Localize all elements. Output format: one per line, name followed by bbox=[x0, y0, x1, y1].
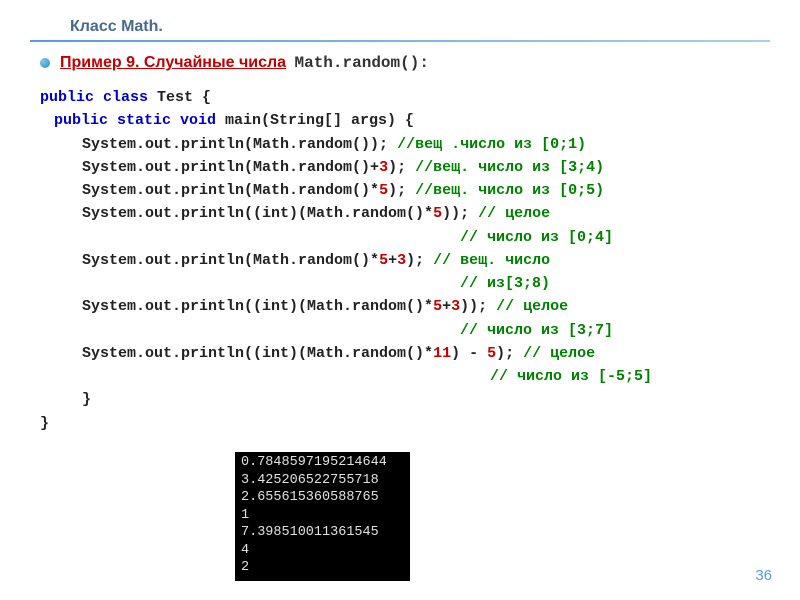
example-label: Пример 9. Случайные числа bbox=[60, 54, 286, 72]
code-line: System.out.println(Math.random()); //вещ… bbox=[40, 133, 770, 156]
code-line: } bbox=[40, 412, 770, 435]
code-line: public class Test { bbox=[40, 86, 770, 109]
console-output: 0.7848597195214644 3.425206522755718 2.6… bbox=[235, 452, 410, 581]
output-line: 7.398510011361545 bbox=[241, 524, 404, 542]
output-line: 2.655615360588765 bbox=[241, 489, 404, 507]
output-line: 1 bbox=[241, 507, 404, 525]
code-comment: // число из [-5;5] bbox=[40, 365, 770, 388]
example-heading: Пример 9. Случайные числа Math.random(): bbox=[30, 54, 770, 72]
code-line: public static void main(String[] args) { bbox=[40, 109, 770, 132]
code-block: public class Test { public static void m… bbox=[30, 86, 770, 435]
bullet-icon bbox=[40, 58, 50, 68]
code-line: System.out.println((int)(Math.random()*5… bbox=[40, 295, 770, 318]
code-line: System.out.println((int)(Math.random()*5… bbox=[40, 202, 770, 225]
code-line: System.out.println(Math.random()*5); //в… bbox=[40, 179, 770, 202]
example-function: Math.random(): bbox=[295, 54, 429, 72]
code-comment: // число из [3;7] bbox=[40, 319, 770, 342]
output-line: 3.425206522755718 bbox=[241, 472, 404, 490]
output-line: 2 bbox=[241, 559, 404, 577]
slide-container: Класс Math. Пример 9. Случайные числа Ma… bbox=[0, 0, 800, 600]
output-line: 4 bbox=[241, 542, 404, 560]
code-comment: // число из [0;4] bbox=[40, 226, 770, 249]
page-number: 36 bbox=[755, 567, 772, 584]
code-line: System.out.println(Math.random()+3); //в… bbox=[40, 156, 770, 179]
code-line: } bbox=[40, 388, 770, 411]
code-line: System.out.println(Math.random()*5+3); /… bbox=[40, 249, 770, 272]
title-underline bbox=[30, 40, 770, 42]
code-comment: // из[3;8) bbox=[40, 272, 770, 295]
slide-title: Класс Math. bbox=[30, 18, 770, 36]
output-line: 0.7848597195214644 bbox=[241, 454, 404, 472]
code-line: System.out.println((int)(Math.random()*1… bbox=[40, 342, 770, 365]
